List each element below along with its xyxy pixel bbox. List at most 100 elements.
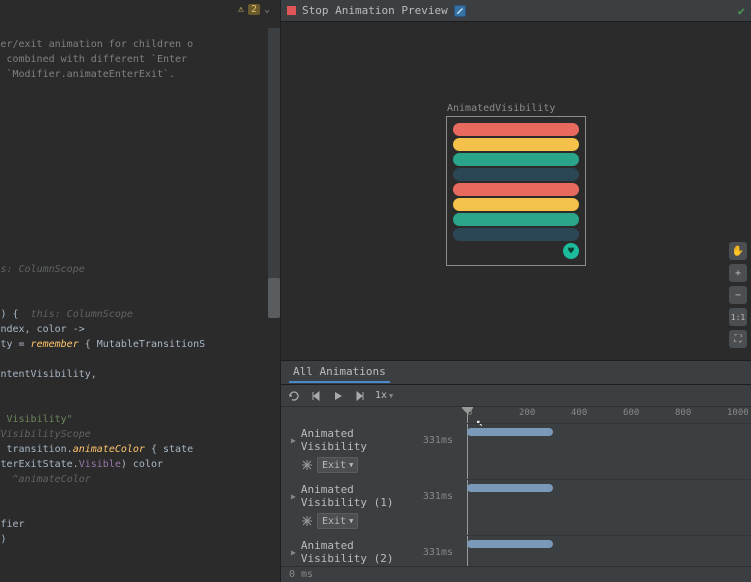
track-state-select[interactable]: Exit ▼ — [317, 457, 358, 473]
code-line[interactable]: Box( — [0, 502, 280, 517]
timeline[interactable]: 02004006008001000 ↖ ▶Animated Visibility… — [281, 407, 751, 566]
preview-bar — [453, 198, 579, 211]
code-line[interactable] — [0, 82, 280, 97]
code-line[interactable]: odifier.fillMaxSize()) { this: ColumnSco… — [0, 307, 280, 322]
preview-title: Stop Animation Preview — [302, 4, 448, 17]
inspection-caret-icon[interactable]: ⌄ — [264, 4, 270, 15]
loop-icon[interactable] — [287, 389, 301, 403]
code-line[interactable]: ate — [0, 97, 280, 112]
speed-select[interactable]: 1x▼ — [375, 390, 393, 401]
status-ok-icon: ✔ — [738, 4, 745, 18]
animation-inspector: All Animations 1x▼ 02004006008001000 ↖ ▶… — [281, 360, 751, 582]
timeline-ruler[interactable]: 02004006008001000 — [467, 407, 751, 423]
preview-bar — [453, 138, 579, 151]
stop-icon[interactable] — [287, 6, 296, 15]
animation-track: ▶ Animated Visibility (1) 331ms Exit ▼ — [281, 479, 751, 535]
code-line[interactable] — [0, 217, 280, 232]
go-end-icon[interactable] — [353, 389, 367, 403]
track-lane[interactable] — [467, 535, 751, 566]
edit-icon[interactable] — [454, 5, 466, 17]
code-line[interactable]: erExit — [0, 157, 280, 172]
snowflake-icon[interactable] — [301, 459, 313, 471]
timeline-status: 0 ms — [281, 566, 751, 582]
code-line[interactable]: { — [0, 232, 280, 247]
track-duration: 331ms — [423, 435, 461, 446]
track-name: Animated Visibility (1) — [301, 483, 418, 509]
code-line[interactable]: else Color.Gray ^animateColor — [0, 472, 280, 487]
code-line[interactable]: visibleState = contentVisibility, — [0, 367, 280, 382]
code-line[interactable] — [0, 112, 280, 127]
expand-caret-icon[interactable]: ▶ — [291, 492, 296, 501]
editor-minimap[interactable] — [268, 28, 280, 308]
code-line[interactable]: exit = fadeOut(), — [0, 397, 280, 412]
playback-bar: 1x▼ — [281, 385, 751, 407]
code-line[interactable]: atedVisibility` using `Modifier.animateE… — [0, 67, 280, 82]
pan-tool-icon[interactable]: ✋ — [729, 242, 747, 260]
track-segment[interactable] — [467, 484, 553, 492]
go-start-icon[interactable] — [309, 389, 323, 403]
preview-bar — [453, 213, 579, 226]
code-line[interactable] — [0, 247, 280, 262]
track-lane[interactable] — [467, 479, 751, 521]
code-line[interactable]: modifier = Modifier — [0, 517, 280, 532]
zoom-actual-icon[interactable]: 1:1 — [729, 308, 747, 326]
preview-canvas[interactable]: AnimatedVisibility ♥ ✋ + − 1:1 ⛶ — [281, 22, 751, 360]
preview-bar — [453, 153, 579, 166]
warning-icon[interactable]: ⚠ — [238, 4, 244, 15]
ruler-tick: 800 — [675, 408, 691, 418]
zoom-fit-icon[interactable]: ⛶ — [729, 330, 747, 348]
fab-button[interactable]: ♥ — [563, 243, 579, 259]
device-frame: AnimatedVisibility ♥ — [446, 116, 586, 266]
code-line[interactable]: ier.size(40.dp)) — [0, 277, 280, 292]
code-line[interactable]: enter = fadeIn(), — [0, 382, 280, 397]
preview-label: AnimatedVisibility — [447, 103, 555, 114]
code-line[interactable]: if (state == EnterExitState.Visible) col… — [0, 457, 280, 472]
preview-toolbar: Stop Animation Preview ✔ — [281, 0, 751, 22]
inspector-tabs: All Animations — [281, 361, 751, 385]
code-line[interactable]: rs.forEachIndexed { index, color -> — [0, 322, 280, 337]
play-icon[interactable] — [331, 389, 345, 403]
code-line[interactable]: val contentVisibility = remember { Mutab… — [0, 337, 280, 352]
code-editor[interactable]: o create a custom enter/exit animation f… — [0, 18, 280, 551]
code-line[interactable]: val background by transition.animateColo… — [0, 442, 280, 457]
preview-bar — [453, 123, 579, 136]
zoom-in-icon[interactable]: + — [729, 264, 747, 282]
minimap-thumb[interactable] — [268, 278, 280, 318]
code-line[interactable] — [0, 202, 280, 217]
code-line[interactable]: AnimatedVisibility( — [0, 352, 280, 367]
code-line[interactable]: ) { this: AnimatedVisibilityScope — [0, 427, 280, 442]
zoom-out-icon[interactable]: − — [729, 286, 747, 304]
code-line[interactable]: o create a custom enter/exit animation f… — [0, 37, 280, 52]
snowflake-icon[interactable] — [301, 515, 313, 527]
code-line[interactable]: fillMaxSize()) { this: ColumnScope — [0, 262, 280, 277]
preview-bar — [453, 183, 579, 196]
code-line[interactable]: tionApi::class) — [0, 187, 280, 202]
code-line[interactable]: label = "Animated Visibility" — [0, 412, 280, 427]
warning-count[interactable]: 2 — [248, 4, 260, 15]
code-line[interactable]: oxScope — [0, 292, 280, 307]
animation-track: ▶Animated Visibility (2)331msExit ▼ — [281, 535, 751, 566]
code-line[interactable] — [0, 172, 280, 187]
expand-caret-icon[interactable]: ▶ — [291, 436, 296, 445]
track-segment[interactable] — [467, 540, 553, 548]
track-duration: 331ms — [423, 491, 461, 502]
code-line[interactable] — [0, 127, 280, 142]
code-line[interactable]: cope — [0, 142, 280, 157]
ruler-tick: 1000 — [727, 408, 749, 418]
tab-all-animations[interactable]: All Animations — [289, 362, 390, 383]
track-lane[interactable] — [467, 423, 751, 465]
editor-inspection-bar: ⚠ 2 ⌄ — [0, 0, 280, 18]
code-line[interactable]: } — [0, 487, 280, 502]
preview-panel: Stop Animation Preview ✔ AnimatedVisibil… — [280, 0, 751, 582]
animation-track: ▶ Animated Visibility 331ms Exit ▼ — [281, 423, 751, 479]
track-state-select[interactable]: Exit ▼ — [317, 513, 358, 529]
track-segment[interactable] — [467, 428, 553, 436]
code-line[interactable]: lityScope.transition` combined with diff… — [0, 52, 280, 67]
ruler-tick: 400 — [571, 408, 587, 418]
track-name: Animated Visibility — [301, 427, 418, 453]
code-line[interactable]: .height(70.dp) — [0, 532, 280, 547]
track-name: Animated Visibility (2) — [301, 539, 418, 565]
preview-side-tools: ✋ + − 1:1 ⛶ — [729, 242, 747, 348]
expand-caret-icon[interactable]: ▶ — [291, 548, 296, 557]
code-line[interactable] — [0, 22, 280, 37]
